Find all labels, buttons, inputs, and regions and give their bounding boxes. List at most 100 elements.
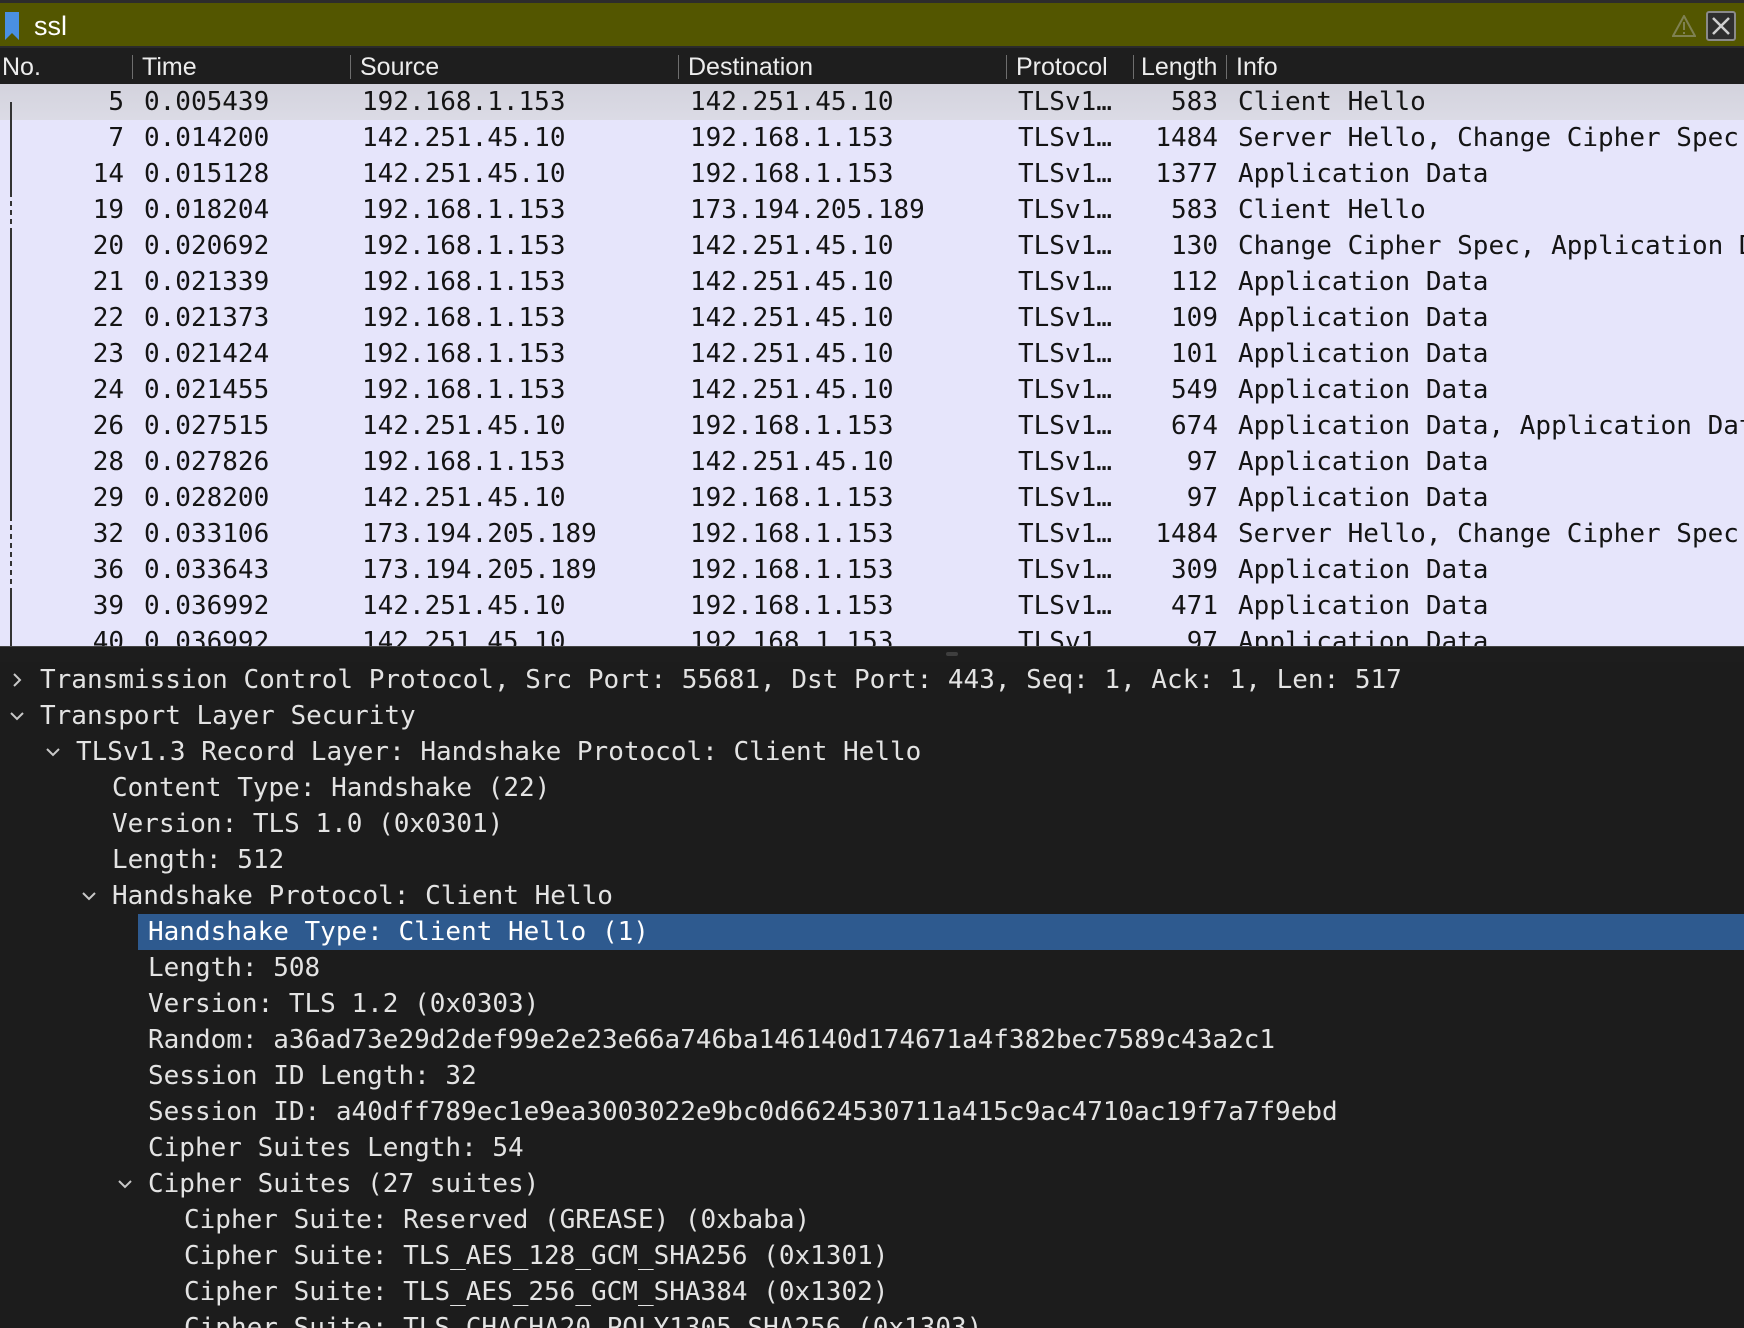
packet-source: 192.168.1.153 xyxy=(362,447,566,477)
splitter-handle[interactable] xyxy=(946,652,958,656)
packet-row[interactable]: 5 0.005439 192.168.1.153 142.251.45.10 TLSv1… xyxy=(0,84,1744,120)
packet-row[interactable]: 26 0.027515 142.251.45.10 192.168.1.153 TLSv… xyxy=(0,408,1744,444)
packet-no: 23 xyxy=(92,339,124,369)
packet-destination: 142.251.45.10 xyxy=(690,375,894,405)
packet-no: 14 xyxy=(92,159,124,189)
packet-info: Application Data xyxy=(1238,339,1489,369)
packet-length: 309 xyxy=(1171,555,1218,585)
packet-no: 7 xyxy=(108,123,124,153)
bookmark-icon[interactable] xyxy=(4,12,20,40)
packet-destination: 142.251.45.10 xyxy=(690,231,894,261)
packet-destination: 142.251.45.10 xyxy=(690,303,894,333)
packet-no: 26 xyxy=(92,411,124,441)
packet-list[interactable]: 5 0.005439 192.168.1.153 142.251.45.10 TLSv1… xyxy=(0,84,1744,646)
packet-no: 28 xyxy=(92,447,124,477)
column-separator[interactable] xyxy=(1133,55,1134,79)
packet-protocol: TLSv1… xyxy=(1018,411,1112,441)
packet-info: Application Data xyxy=(1238,267,1489,297)
packet-protocol: TLSv1… xyxy=(1018,555,1112,585)
packet-no: 29 xyxy=(92,483,124,513)
conversation-marker xyxy=(10,192,12,228)
display-filter-input[interactable] xyxy=(34,8,1634,44)
packet-no: 32 xyxy=(92,519,124,549)
tree-item-label: Session ID Length: 32 xyxy=(148,1061,477,1091)
packet-list-header: No. Time Source Destination Protocol Len… xyxy=(0,48,1744,85)
packet-row[interactable]: 29 0.028200 142.251.45.10 192.168.1.153 TLSv… xyxy=(0,480,1744,516)
tree-item-label: Cipher Suite: TLS_AES_128_GCM_SHA256 (0x… xyxy=(184,1241,889,1271)
packet-info: Client Hello xyxy=(1238,195,1426,225)
tree-item[interactable]: Handshake Type: Client Hello (1) xyxy=(0,914,1744,950)
packet-row[interactable]: 20 0.020692 192.168.1.153 142.251.45.10 TLSv… xyxy=(0,228,1744,264)
tree-item[interactable]: Transmission Control Protocol, Src Port:… xyxy=(0,662,1744,698)
tree-item[interactable]: Version: TLS 1.2 (0x0303) xyxy=(0,986,1744,1022)
packet-time: 0.027826 xyxy=(144,447,270,477)
tree-item[interactable]: Cipher Suites Length: 54 xyxy=(0,1130,1744,1166)
chevron-down-icon[interactable] xyxy=(44,743,62,761)
packet-row[interactable]: 32 0.033106 173.194.205.189 192.168.1.153 TL… xyxy=(0,516,1744,552)
packet-length: 109 xyxy=(1171,303,1218,333)
column-separator[interactable] xyxy=(350,55,351,79)
packet-row[interactable]: 7 0.014200 142.251.45.10 192.168.1.153 TLSv1… xyxy=(0,120,1744,156)
column-header-protocol[interactable]: Protocol xyxy=(1016,48,1132,84)
tree-item[interactable]: Handshake Protocol: Client Hello xyxy=(0,878,1744,914)
packet-protocol: TLSv1… xyxy=(1018,231,1112,261)
packet-row[interactable]: 24 0.021455 192.168.1.153 142.251.45.10 TLSv… xyxy=(0,372,1744,408)
packet-length: 130 xyxy=(1171,231,1218,261)
packet-row[interactable]: 40 0.036992 142.251.45.10 192.168.1.153 TLSv… xyxy=(0,624,1744,646)
packet-destination: 173.194.205.189 xyxy=(690,195,925,225)
tree-item-label: Handshake Type: Client Hello (1) xyxy=(138,914,1744,950)
tree-item[interactable]: Length: 508 xyxy=(0,950,1744,986)
column-header-destination[interactable]: Destination xyxy=(688,48,1003,84)
packet-details-tree[interactable]: Transmission Control Protocol, Src Port:… xyxy=(0,662,1744,1328)
tree-item[interactable]: Cipher Suites (27 suites) xyxy=(0,1166,1744,1202)
packet-info: Application Data xyxy=(1238,159,1489,189)
packet-no: 20 xyxy=(92,231,124,261)
tree-item[interactable]: Transport Layer Security xyxy=(0,698,1744,734)
column-separator[interactable] xyxy=(132,55,133,79)
tree-item[interactable]: Cipher Suite: TLS_AES_128_GCM_SHA256 (0x… xyxy=(0,1238,1744,1274)
warning-icon xyxy=(1672,15,1696,37)
column-header-source[interactable]: Source xyxy=(360,48,675,84)
packet-length: 1484 xyxy=(1155,123,1218,153)
chevron-down-icon[interactable] xyxy=(116,1175,134,1193)
tree-item[interactable]: Session ID: a40dff789ec1e9ea3003022e9bc0… xyxy=(0,1094,1744,1130)
packet-row[interactable]: 14 0.015128 142.251.45.10 192.168.1.153 TLSv… xyxy=(0,156,1744,192)
chevron-right-icon[interactable] xyxy=(8,671,26,689)
column-header-length[interactable]: Length xyxy=(1141,48,1223,84)
packet-row[interactable]: 36 0.033643 173.194.205.189 192.168.1.153 TL… xyxy=(0,552,1744,588)
column-separator[interactable] xyxy=(1006,55,1007,79)
packet-time: 0.014200 xyxy=(144,123,270,153)
column-separator[interactable] xyxy=(678,55,679,79)
column-header-time[interactable]: Time xyxy=(142,48,347,84)
column-header-info[interactable]: Info xyxy=(1236,48,1736,84)
tree-item-label: Length: 508 xyxy=(148,953,321,983)
packet-row[interactable]: 23 0.021424 192.168.1.153 142.251.45.10 TLSv… xyxy=(0,336,1744,372)
tree-item[interactable]: Cipher Suite: TLS_AES_256_GCM_SHA384 (0x… xyxy=(0,1274,1744,1310)
conversation-marker xyxy=(10,480,12,516)
packet-row[interactable]: 28 0.027826 192.168.1.153 142.251.45.10 TLSv… xyxy=(0,444,1744,480)
packet-row[interactable]: 39 0.036992 142.251.45.10 192.168.1.153 TLSv… xyxy=(0,588,1744,624)
pane-splitter[interactable] xyxy=(0,646,1744,663)
tree-item[interactable]: Random: a36ad73e29d2def99e2e23e66a746ba1… xyxy=(0,1022,1744,1058)
packet-no: 39 xyxy=(92,591,124,621)
clear-filter-button[interactable] xyxy=(1706,11,1736,41)
packet-row[interactable]: 21 0.021339 192.168.1.153 142.251.45.10 TLSv… xyxy=(0,264,1744,300)
packet-time: 0.018204 xyxy=(144,195,270,225)
column-separator[interactable] xyxy=(1226,55,1227,79)
chevron-down-icon[interactable] xyxy=(8,707,26,725)
tree-item[interactable]: Cipher Suite: Reserved (GREASE) (0xbaba) xyxy=(0,1202,1744,1238)
packet-time: 0.027515 xyxy=(144,411,270,441)
tree-item[interactable]: TLSv1.3 Record Layer: Handshake Protocol… xyxy=(0,734,1744,770)
tree-item[interactable]: Content Type: Handshake (22) xyxy=(0,770,1744,806)
packet-info: Server Hello, Change Cipher Spec xyxy=(1238,123,1739,153)
column-header-no[interactable]: No. xyxy=(2,48,130,84)
tree-item[interactable]: Cipher Suite: TLS_CHACHA20_POLY1305_SHA2… xyxy=(0,1310,1744,1328)
tree-item[interactable]: Session ID Length: 32 xyxy=(0,1058,1744,1094)
packet-row[interactable]: 22 0.021373 192.168.1.153 142.251.45.10 TLSv… xyxy=(0,300,1744,336)
packet-time: 0.021424 xyxy=(144,339,270,369)
tree-item-label: Version: TLS 1.0 (0x0301) xyxy=(112,809,504,839)
tree-item[interactable]: Version: TLS 1.0 (0x0301) xyxy=(0,806,1744,842)
chevron-down-icon[interactable] xyxy=(80,887,98,905)
packet-row[interactable]: 19 0.018204 192.168.1.153 173.194.205.189 TL… xyxy=(0,192,1744,228)
tree-item[interactable]: Length: 512 xyxy=(0,842,1744,878)
